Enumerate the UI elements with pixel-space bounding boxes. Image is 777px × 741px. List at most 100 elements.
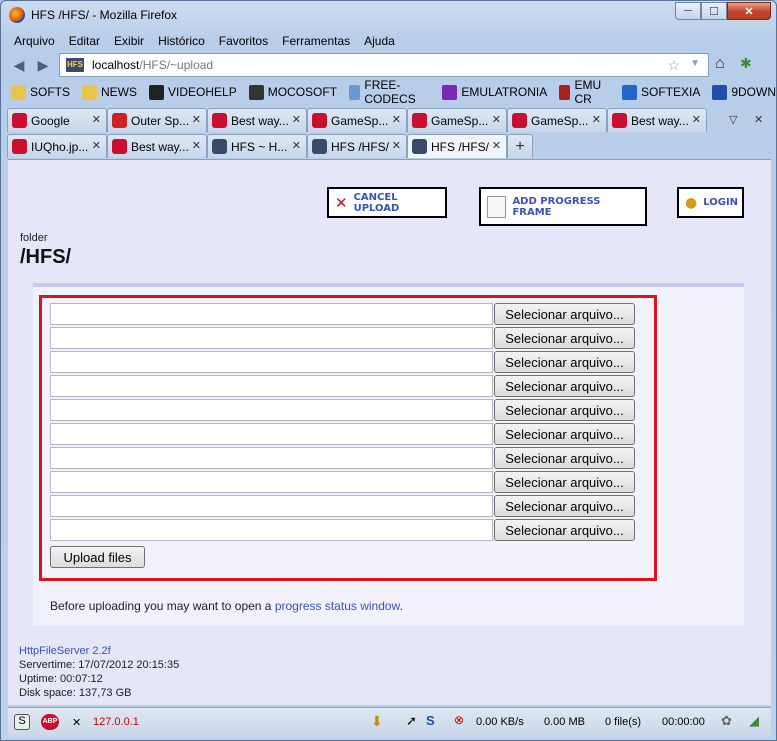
file-path-field[interactable]: [50, 351, 493, 373]
select-file-button[interactable]: Selecionar arquivo...: [494, 519, 635, 541]
tab-close-icon[interactable]: ✕: [492, 139, 501, 152]
select-file-button[interactable]: Selecionar arquivo...: [494, 327, 635, 349]
bookmark-emulatronia[interactable]: EMULATRONIA: [442, 82, 547, 102]
menu-exibir[interactable]: Exibir: [107, 32, 151, 50]
tab-list-icon[interactable]: ▽: [729, 113, 737, 126]
tab-close-icon[interactable]: ✕: [192, 139, 201, 152]
addon-icon[interactable]: ✱: [740, 55, 752, 72]
bookmark-free-codecs[interactable]: FREE-CODECS: [349, 78, 430, 106]
browser-tab[interactable]: GameSp... ✕: [307, 108, 407, 132]
bookmark-star-icon[interactable]: ☆: [667, 57, 680, 74]
url-bar[interactable]: HFS localhost/HFS/~upload ☆ ▼: [59, 53, 709, 77]
settings-icon[interactable]: ✿: [721, 713, 732, 729]
browser-tab[interactable]: HFS /HFS/✕: [307, 134, 407, 158]
tab-close-icon[interactable]: ✕: [592, 113, 601, 126]
cursor-icon[interactable]: ➚: [406, 713, 417, 729]
tab-close-icon[interactable]: ✕: [692, 113, 701, 126]
select-file-button[interactable]: Selecionar arquivo...: [494, 423, 635, 445]
browser-tab[interactable]: IUQho.jp... ✕: [7, 134, 107, 158]
bookmark-softs[interactable]: SOFTS: [11, 82, 70, 102]
file-path-field[interactable]: [50, 423, 493, 445]
file-path-field[interactable]: [50, 495, 493, 517]
close-statusbar-icon[interactable]: ✕: [72, 716, 81, 729]
close-button[interactable]: ✕: [727, 2, 771, 20]
file-path-field[interactable]: [50, 447, 493, 469]
browser-tab[interactable]: GameSp... ✕: [407, 108, 507, 132]
cancel-upload-button[interactable]: ✕ CANCEL UPLOAD: [327, 187, 447, 218]
bookmark-emu-cr[interactable]: EMU CR: [559, 78, 610, 106]
upload-files-button[interactable]: Upload files: [50, 546, 145, 568]
forward-icon[interactable]: ▶: [33, 55, 53, 75]
browser-tab[interactable]: GameSp... ✕: [507, 108, 607, 132]
maximize-button[interactable]: ☐: [701, 2, 727, 20]
resize-grip-icon[interactable]: ◢: [749, 713, 759, 729]
tab-close-icon[interactable]: ✕: [92, 139, 101, 152]
browser-tab[interactable]: Best way... ✕: [607, 108, 707, 132]
url-path: /HFS/~upload: [139, 58, 214, 72]
tab-label: GameSp...: [531, 113, 589, 128]
bookmark-9down[interactable]: 9DOWN: [712, 82, 776, 102]
select-file-button[interactable]: Selecionar arquivo...: [494, 303, 635, 325]
site-icon: HFS: [66, 58, 84, 72]
login-button[interactable]: ● LOGIN: [677, 187, 744, 218]
tab-close-icon[interactable]: ✕: [292, 139, 301, 152]
bookmark-icon: [11, 84, 26, 100]
select-file-button[interactable]: Selecionar arquivo...: [494, 399, 635, 421]
bookmark-news[interactable]: NEWS: [82, 82, 137, 102]
menu-favoritos[interactable]: Favoritos: [212, 32, 275, 50]
close-tab-icon[interactable]: ✕: [754, 113, 763, 126]
server-version-link[interactable]: HttpFileServer 2.2f: [19, 644, 179, 658]
bookmark-softexia[interactable]: SOFTEXIA: [621, 82, 700, 102]
browser-tab[interactable]: Best way... ✕: [207, 108, 307, 132]
folder-label: folder: [20, 232, 48, 244]
tab-close-icon[interactable]: ✕: [92, 113, 101, 126]
tab-label: Best way...: [631, 113, 689, 128]
back-icon[interactable]: ◀: [9, 55, 29, 75]
select-file-button[interactable]: Selecionar arquivo...: [494, 375, 635, 397]
bookmark-mocosoft[interactable]: MOCOSOFT: [248, 82, 337, 102]
select-file-button[interactable]: Selecionar arquivo...: [494, 495, 635, 517]
menu-historico[interactable]: Histórico: [151, 32, 212, 50]
select-file-button[interactable]: Selecionar arquivo...: [494, 471, 635, 493]
s-shield-icon[interactable]: S: [426, 713, 435, 728]
tab-close-icon[interactable]: ✕: [392, 113, 401, 126]
menu-ajuda[interactable]: Ajuda: [357, 32, 402, 50]
url-dropdown-icon[interactable]: ▼: [690, 58, 700, 69]
menu-ferramentas[interactable]: Ferramentas: [275, 32, 357, 50]
file-path-field[interactable]: [50, 519, 493, 541]
progress-status-link[interactable]: progress status window: [275, 599, 400, 613]
browser-tab[interactable]: Outer Sp... ✕: [107, 108, 207, 132]
tab-close-icon[interactable]: ✕: [392, 139, 401, 152]
bookmark-videohelp[interactable]: VIDEOHELP: [149, 82, 237, 102]
bookmarks-bar: SOFTS NEWS VIDEOHELP MOCOSOFT FREE-CODECS EMU…: [11, 78, 776, 106]
tab-close-icon[interactable]: ✕: [292, 113, 301, 126]
select-file-button[interactable]: Selecionar arquivo...: [494, 351, 635, 373]
bookmark-label: NEWS: [101, 85, 138, 99]
s-addon-icon[interactable]: S: [14, 714, 30, 730]
browser-tab[interactable]: Best way... ✕: [107, 134, 207, 158]
tab-close-icon[interactable]: ✕: [492, 113, 501, 126]
tab-favicon-icon: [212, 139, 227, 154]
file-path-field[interactable]: [50, 375, 493, 397]
ip-address[interactable]: 127.0.0.1: [93, 716, 139, 728]
title-bar: HFS /HFS/ - Mozilla Firefox ─ ☐ ✕: [1, 1, 776, 31]
select-file-button[interactable]: Selecionar arquivo...: [494, 447, 635, 469]
file-path-field[interactable]: [50, 303, 493, 325]
minimize-button[interactable]: ─: [675, 2, 701, 20]
adblock-icon[interactable]: ABP: [41, 714, 59, 730]
new-tab-button[interactable]: +: [507, 134, 533, 158]
file-path-field[interactable]: [50, 327, 493, 349]
add-progress-frame-button[interactable]: ADD PROGRESS FRAME: [479, 187, 647, 226]
tab-close-icon[interactable]: ✕: [192, 113, 201, 126]
file-path-field[interactable]: [50, 471, 493, 493]
frame-icon: [487, 195, 507, 218]
download-icon[interactable]: ⬇: [371, 713, 383, 730]
browser-tab[interactable]: Google ✕: [7, 108, 107, 132]
browser-tab[interactable]: HFS /HFS/✕: [407, 134, 507, 158]
stop-icon[interactable]: ⊗: [454, 713, 464, 727]
menu-arquivo[interactable]: Arquivo: [7, 32, 62, 50]
menu-editar[interactable]: Editar: [62, 32, 107, 50]
home-icon[interactable]: ⌂: [715, 55, 725, 73]
file-path-field[interactable]: [50, 399, 493, 421]
browser-tab[interactable]: HFS ~ H... ✕: [207, 134, 307, 158]
